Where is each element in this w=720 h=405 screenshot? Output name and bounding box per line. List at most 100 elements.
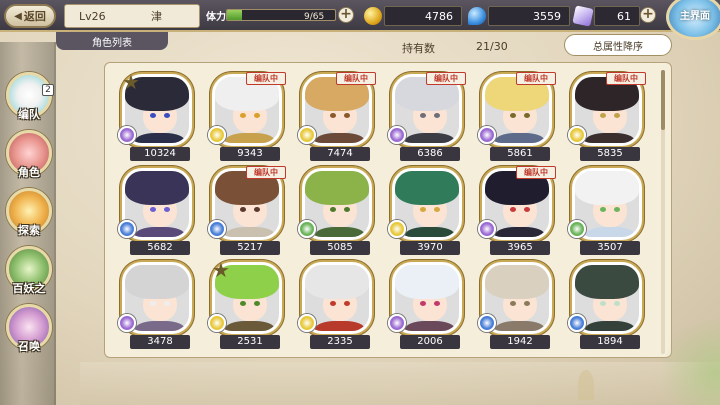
main-menu-button[interactable]: 主界面 <box>666 0 720 40</box>
background-branch <box>660 300 720 405</box>
gold-amount: 4786 <box>384 6 462 26</box>
sort-button[interactable]: 总属性降序 <box>564 34 672 56</box>
game-screen: { "header": { "back_label": "返回", "level… <box>0 0 720 405</box>
element-icon <box>568 126 586 144</box>
sidebar-item-summon[interactable]: 召唤 <box>4 304 54 362</box>
team-badge: 2 <box>42 84 54 96</box>
character-card[interactable]: 2335 <box>296 260 372 350</box>
sidebar-item-yokai-book[interactable]: 百妖之 <box>4 246 54 304</box>
element-icon <box>388 220 406 238</box>
player-info: Lv26 津 <box>64 4 200 28</box>
character-card[interactable]: 3507 <box>566 166 642 256</box>
scrollbar-thumb[interactable] <box>661 70 665 130</box>
character-card[interactable]: 3970 <box>386 166 462 256</box>
character-power: 7474 <box>310 147 370 161</box>
element-icon <box>298 314 316 332</box>
in-team-badge: 编队中 <box>426 72 466 85</box>
in-team-badge: 编队中 <box>336 72 376 85</box>
character-power: 2531 <box>220 335 280 349</box>
background-shelf <box>80 362 720 405</box>
sidebar-item-team[interactable]: 编队 2 <box>4 72 54 130</box>
sidebar-item-character[interactable]: 角色 <box>4 130 54 188</box>
element-icon <box>208 220 226 238</box>
character-power: 5085 <box>310 241 370 255</box>
character-card[interactable]: 5835 编队中 <box>566 72 646 162</box>
character-power: 3478 <box>130 335 190 349</box>
owned-label: 持有数 <box>402 42 435 55</box>
character-power: 5861 <box>490 147 550 161</box>
gem-amount: 61 <box>594 6 640 26</box>
add-stamina-button[interactable]: + <box>338 7 354 23</box>
character-power: 9343 <box>220 147 280 161</box>
character-card[interactable]: 9343 编队中 <box>206 72 286 162</box>
sidebar-item-label: 召唤 <box>18 340 40 353</box>
element-icon <box>298 220 316 238</box>
character-power: 5682 <box>130 241 190 255</box>
character-power: 3965 <box>490 241 550 255</box>
element-icon <box>568 220 586 238</box>
back-label: 返回 <box>23 10 46 23</box>
element-icon <box>478 126 496 144</box>
character-card[interactable]: 2006 <box>386 260 462 350</box>
in-team-badge: 编队中 <box>246 166 286 179</box>
character-card[interactable]: 2531 ★ <box>206 258 282 350</box>
element-icon <box>388 126 406 144</box>
character-card[interactable]: 3478 <box>116 260 192 350</box>
element-icon <box>568 314 586 332</box>
owned-count: 21/30 <box>476 40 508 53</box>
element-icon <box>208 314 226 332</box>
character-card[interactable]: 1942 <box>476 260 552 350</box>
player-level: Lv26 <box>79 9 106 23</box>
gem-icon <box>572 5 594 27</box>
stamina-fill <box>227 10 243 20</box>
background-lamp <box>578 370 594 400</box>
in-team-badge: 编队中 <box>246 72 286 85</box>
star-icon: ★ <box>122 70 140 94</box>
element-icon <box>298 126 316 144</box>
character-card[interactable]: 5217 编队中 <box>206 166 286 256</box>
character-power: 3507 <box>580 241 640 255</box>
character-card[interactable]: 7474 编队中 <box>296 72 376 162</box>
magatama-amount: 3559 <box>488 6 570 26</box>
in-team-badge: 编队中 <box>606 72 646 85</box>
character-card[interactable]: 6386 编队中 <box>386 72 466 162</box>
element-icon <box>388 314 406 332</box>
character-power: 5835 <box>580 147 640 161</box>
add-gem-button[interactable]: + <box>640 7 656 23</box>
character-power: 2006 <box>400 335 460 349</box>
character-power: 1942 <box>490 335 550 349</box>
character-power: 3970 <box>400 241 460 255</box>
element-icon <box>478 220 496 238</box>
character-card[interactable]: 10324 ★ <box>116 70 192 162</box>
sidebar-item-explore[interactable]: 探索 <box>4 188 54 246</box>
element-icon <box>118 314 136 332</box>
sidebar-item-label: 探索 <box>18 224 40 237</box>
sidebar: 编队 2 角色 探索 百妖之 召唤 <box>0 42 60 405</box>
character-power: 2335 <box>310 335 370 349</box>
star-icon: ★ <box>212 258 230 282</box>
element-icon <box>118 126 136 144</box>
character-card[interactable]: 1894 <box>566 260 642 350</box>
character-power: 5217 <box>220 241 280 255</box>
sidebar-item-label: 百妖之 <box>12 282 46 295</box>
character-card[interactable]: 5085 <box>296 166 372 256</box>
gold-coin-icon <box>364 7 382 25</box>
character-power: 6386 <box>400 147 460 161</box>
stamina-value: 9/65 <box>304 12 325 22</box>
character-card[interactable]: 3965 编队中 <box>476 166 556 256</box>
back-button[interactable]: ◀ 返回 <box>4 4 56 28</box>
sidebar-item-label: 编队 <box>18 108 40 121</box>
character-card[interactable]: 5861 编队中 <box>476 72 556 162</box>
element-icon <box>208 126 226 144</box>
element-icon <box>118 220 136 238</box>
back-arrow-icon: ◀ <box>14 10 22 22</box>
sidebar-item-label: 角色 <box>18 166 40 179</box>
character-card[interactable]: 5682 <box>116 166 192 256</box>
tab-character-list[interactable]: 角色列表 <box>56 32 168 50</box>
player-name: 津 <box>151 10 162 23</box>
stamina-label: 体力 <box>206 12 226 23</box>
in-team-badge: 编队中 <box>516 166 556 179</box>
element-icon <box>478 314 496 332</box>
magatama-icon <box>468 7 486 25</box>
character-power: 1894 <box>580 335 640 349</box>
